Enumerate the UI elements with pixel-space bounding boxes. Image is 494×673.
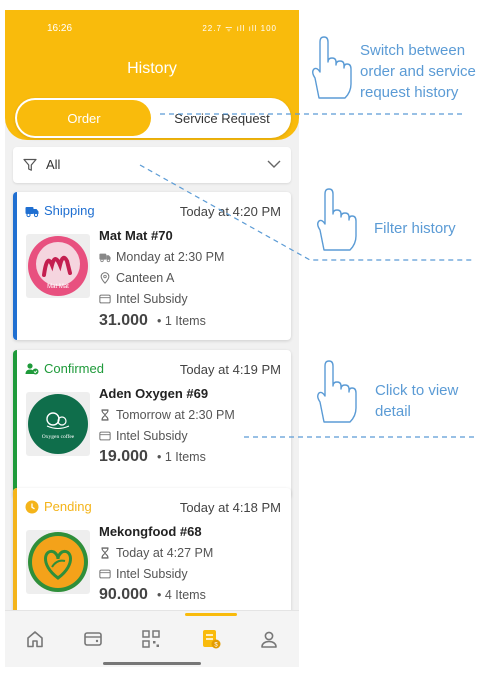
payment-row: Intel Subsidy [99,292,188,306]
matmat-logo: Mat Mat [28,236,88,296]
clock-icon [25,500,39,513]
filter-icon [23,158,37,171]
wallet-icon [99,569,111,579]
pointing-hand-icon [312,36,352,99]
annotation-switch: Switch between order and service request… [360,42,476,101]
item-count: • 1 Items [157,450,206,464]
history-tabs: Order Service Request [15,98,291,138]
order-price: 19.000 [99,448,148,465]
restaurant-logo [26,530,90,594]
item-count: • 1 Items [157,314,206,328]
status-badge: Pending [25,499,92,514]
tab-service-request[interactable]: Service Request [155,100,289,136]
oxygen-logo: Oxygen coffee [28,394,88,454]
item-count: • 4 Items [157,588,206,602]
location-pin-icon [100,272,110,284]
svg-text:Oxygen coffee: Oxygen coffee [42,433,75,440]
users-check-icon [25,362,39,374]
schedule-row: Today at 4:27 PM [99,546,213,560]
truck-icon [25,206,39,217]
status-text: Shipping [44,203,95,218]
status-icons: 22.7 ᯤ ıll ıll 100 [202,24,277,33]
nav-active-indicator [185,613,237,616]
orders-icon[interactable]: $ [199,627,223,651]
tutorial-stage: 16:26 22.7 ᯤ ıll ıll 100 History Order S… [0,0,494,673]
gesture-bar [103,662,201,665]
annotation-filter: Filter history [374,220,456,237]
location-row: Canteen A [99,271,174,285]
filter-dropdown[interactable]: All [13,147,291,183]
order-card[interactable]: Confirmed Today at 4:19 PM Oxygen coffee… [13,350,291,498]
order-price: 31.000 [99,312,148,329]
bottom-nav: $ [5,610,299,667]
annotation-detail: Click to view detail [375,382,459,420]
filter-label: All [46,157,61,172]
status-badge: Confirmed [25,361,104,376]
status-bar: 16:26 22.7 ᯤ ıll ıll 100 [5,22,299,38]
schedule-row: Monday at 2:30 PM [99,250,224,264]
mekongfood-logo [28,532,88,592]
payment-row: Intel Subsidy [99,567,188,581]
profile-icon[interactable] [257,627,281,651]
wallet-icon[interactable] [81,627,105,651]
status-bar-accent [13,192,17,340]
order-card[interactable]: Shipping Today at 4:20 PM Mat Mat Mat Ma… [13,192,291,340]
status-text: Pending [44,499,92,514]
restaurant-name: Aden Oxygen #69 [99,386,209,401]
pointing-hand-icon [317,188,357,251]
order-time: Today at 4:18 PM [179,500,281,515]
pointing-hand-icon [317,360,357,423]
order-price: 90.000 [99,586,148,603]
svg-text:Mat Mat: Mat Mat [47,284,69,290]
payment-row: Intel Subsidy [99,429,188,443]
truck-icon [99,253,111,263]
hourglass-icon [101,409,109,421]
status-time: 16:26 [47,23,73,34]
status-bar-accent [13,350,17,498]
page-title: History [127,60,177,77]
order-time: Today at 4:20 PM [179,204,281,219]
restaurant-logo: Mat Mat [26,234,90,298]
status-text: Confirmed [44,361,104,376]
order-time: Today at 4:19 PM [179,362,281,377]
restaurant-logo: Oxygen coffee [26,392,90,456]
home-icon[interactable] [23,627,47,651]
hourglass-icon [101,547,109,559]
qr-code-icon[interactable] [139,627,163,651]
restaurant-name: Mat Mat #70 [99,228,173,243]
tab-order[interactable]: Order [17,100,151,136]
wallet-icon [99,431,111,441]
phone-screen: 16:26 22.7 ᯤ ıll ıll 100 History Order S… [5,10,299,667]
schedule-row: Tomorrow at 2:30 PM [99,408,235,422]
restaurant-name: Mekongfood #68 [99,524,202,539]
wallet-icon [99,294,111,304]
status-badge: Shipping [25,203,95,218]
chevron-down-icon [267,160,281,168]
